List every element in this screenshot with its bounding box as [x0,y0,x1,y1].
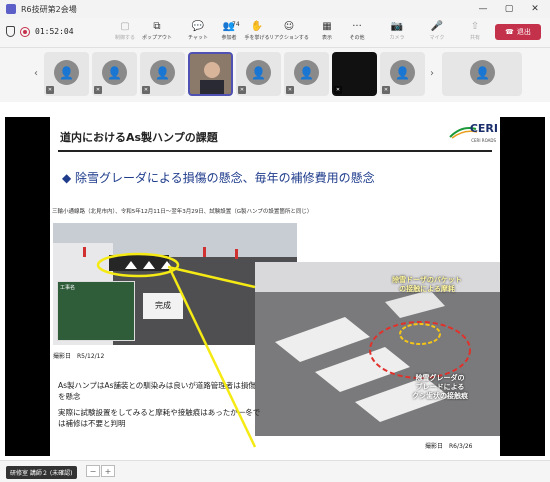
participant-tile[interactable]: 👤 ✕ [92,52,137,96]
strip-prev-button[interactable]: ‹ [30,68,42,84]
grid-icon: ▦ [322,21,332,32]
raise-hand-button[interactable]: ✋ 手を挙げる [240,20,274,46]
shared-content-stage: 道内におけるAs製ハンプの課題 CERI CERI ROADS ◆ 除雪グレーダ… [0,102,550,460]
presentation-slide: 道内におけるAs製ハンプの課題 CERI CERI ROADS ◆ 除雪グレーダ… [50,117,500,456]
participant-tile[interactable]: 👤 ✕ [140,52,185,96]
minimize-button[interactable]: — [470,0,496,18]
shield-icon [6,26,15,37]
participant-tile[interactable]: 👤 [442,52,522,96]
mic-off-icon: ✕ [238,86,246,94]
chat-icon: 💬 [191,21,205,32]
mic-off-icon: ✕ [46,86,54,94]
popout-button[interactable]: ⧉ ポップアウト [140,20,174,46]
mic-off-icon: ✕ [334,86,342,94]
smile-icon: ☺ [283,21,295,32]
participant-tile[interactable]: 👤 ✕ [380,52,425,96]
participant-tile[interactable]: 👤 ✕ [284,52,329,96]
avatar-icon: 👤 [390,60,415,85]
avatar-icon: 👤 [150,60,175,85]
camera-icon: 📷 [390,21,404,32]
letterbox-right [500,117,545,456]
avatar-icon: 👤 [470,60,495,85]
leave-button[interactable]: ☎ 退出 [495,24,541,40]
letterbox-left [5,117,50,456]
react-button[interactable]: ☺ リアクションする [269,20,309,46]
avatar-icon: 👤 [54,60,79,85]
avatar-icon: 👤 [246,60,271,85]
more-button[interactable]: ··· その他 [340,20,374,46]
take-control-button[interactable]: ▢ 制御する [108,20,142,46]
zoom-in-button[interactable]: + [101,465,115,477]
speaker-video [190,54,231,94]
chat-button[interactable]: 💬 チャット [181,20,215,46]
participant-tile[interactable]: 👤 ✕ [44,52,89,96]
mic-button[interactable]: 🎤 マイク [420,20,454,46]
phone-icon: ☎ [505,28,514,36]
presenter-name-tag: 研修室 講師２ (未確認) [6,466,77,479]
participant-video-tile[interactable] [188,52,233,96]
close-window-button[interactable]: ✕ [522,0,548,18]
annotation-overlay [96,252,257,448]
popout-icon: ⧉ [153,21,161,32]
avatar-icon: 👤 [102,60,127,85]
recording-icon [20,26,30,37]
more-icon: ··· [352,21,362,32]
zoom-out-button[interactable]: − [86,465,100,477]
teams-logo-icon [6,4,16,14]
title-bar: R6技研第2会場 [0,0,550,18]
mic-off-icon: ✕ [382,86,390,94]
participant-tile[interactable]: ✕ [332,52,377,96]
take-control-icon: ▢ [120,21,130,32]
mic-off-icon: ✕ [94,86,102,94]
mic-off-icon: ✕ [286,86,294,94]
strip-next-button[interactable]: › [426,68,438,84]
mic-icon: 🎤 [430,21,444,32]
view-button[interactable]: ▦ 表示 [310,20,344,46]
participant-strip: ‹ 👤 ✕ 👤 ✕ 👤 ✕ 👤 ✕ 👤 ✕ ✕ 👤 ✕ › 👤 [0,48,550,102]
share-button[interactable]: ⇧ 共有 [458,20,492,46]
mic-off-icon: ✕ [142,86,150,94]
stage-footer: 研修室 講師２ (未確認) − + [0,460,550,482]
participant-tile[interactable]: 👤 ✕ [236,52,281,96]
participant-count: 74 [232,21,240,28]
maximize-button[interactable]: ▢ [496,0,522,18]
hand-icon: ✋ [250,21,264,32]
avatar-icon: 👤 [294,60,319,85]
camera-button[interactable]: 📷 カメラ [380,20,414,46]
window-title: R6技研第2会場 [21,4,77,14]
meeting-timer: 01:52:04 [35,27,74,36]
share-icon: ⇧ [470,21,480,32]
